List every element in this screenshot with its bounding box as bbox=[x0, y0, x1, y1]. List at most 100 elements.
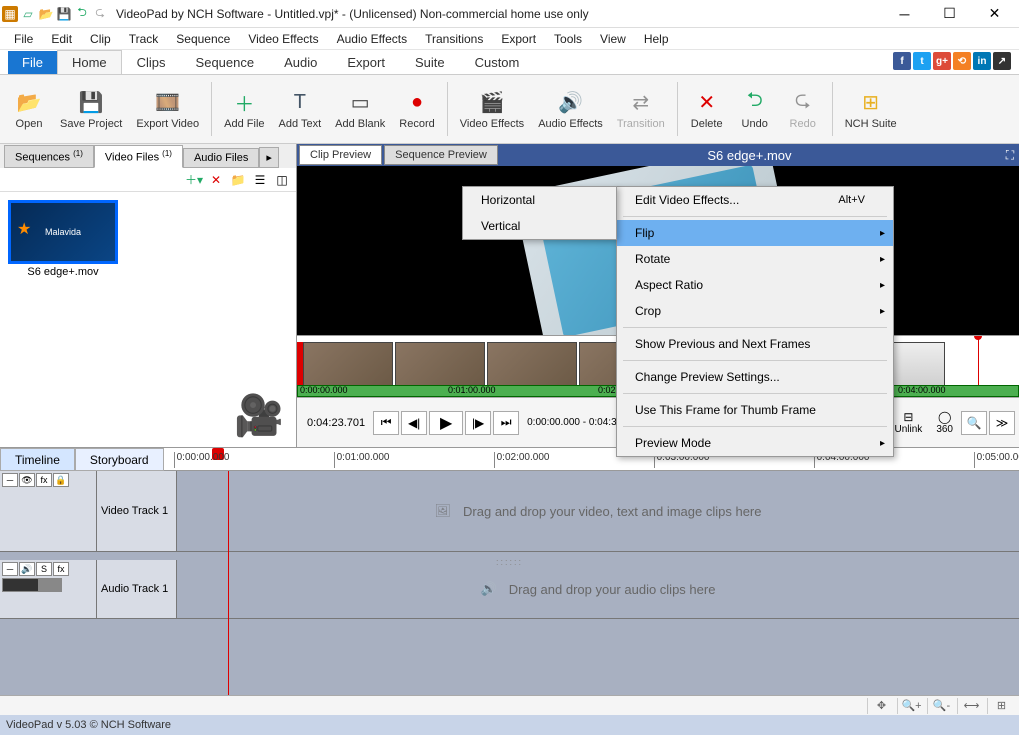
record-button[interactable]: ●Record bbox=[393, 86, 440, 132]
audio-track-label[interactable]: Audio Track 1 bbox=[97, 560, 177, 618]
track-lock-icon[interactable]: 🔒 bbox=[53, 473, 69, 487]
menu-tools[interactable]: Tools bbox=[546, 30, 590, 48]
tl-snap-icon[interactable]: ⊞ bbox=[987, 698, 1015, 714]
googleplus-icon[interactable]: g+ bbox=[933, 52, 951, 70]
ribbon-tab-suite[interactable]: Suite bbox=[400, 50, 460, 74]
bin-tab-video-files[interactable]: Video Files (1) bbox=[94, 145, 183, 168]
menu-export[interactable]: Export bbox=[493, 30, 544, 48]
ribbon-file-tab[interactable]: File bbox=[8, 51, 57, 74]
menu-sequence[interactable]: Sequence bbox=[168, 30, 238, 48]
filmstrip-frame[interactable] bbox=[487, 342, 577, 392]
save-project-button[interactable]: 💾Save Project bbox=[54, 86, 128, 132]
open-button[interactable]: 📂Open bbox=[6, 86, 52, 132]
more-button[interactable]: ≫ bbox=[989, 411, 1015, 435]
add-file-button[interactable]: ＋Add File bbox=[218, 86, 270, 132]
bin-folder-icon[interactable]: 📁 bbox=[228, 171, 248, 189]
clip-thumbnail[interactable]: Malavida S6 edge+.mov bbox=[8, 200, 118, 280]
menu-view[interactable]: View bbox=[592, 30, 634, 48]
step-back-button[interactable]: ◀| bbox=[401, 411, 427, 435]
bin-list-icon[interactable]: ☰ bbox=[250, 171, 270, 189]
ctx-preview-mode[interactable]: Preview Mode▸ bbox=[617, 430, 893, 456]
forward-end-button[interactable]: ⏭ bbox=[493, 411, 519, 435]
menu-help[interactable]: Help bbox=[636, 30, 677, 48]
ctx-flip-horizontal[interactable]: Horizontal bbox=[463, 187, 616, 213]
ctx-change-preview[interactable]: Change Preview Settings... bbox=[617, 364, 893, 390]
twitter-icon[interactable]: t bbox=[913, 52, 931, 70]
track-mute-icon[interactable]: 🔊 bbox=[19, 562, 35, 576]
share-icon[interactable]: ↗ bbox=[993, 52, 1011, 70]
menu-clip[interactable]: Clip bbox=[82, 30, 119, 48]
audio-effects-button[interactable]: 🔊Audio Effects bbox=[532, 86, 609, 132]
qat-open-icon[interactable]: 📂 bbox=[38, 6, 54, 22]
expand-icon[interactable]: ⛶ bbox=[1001, 148, 1019, 163]
delete-button[interactable]: ✕Delete bbox=[684, 86, 730, 132]
qat-new-icon[interactable]: ▱ bbox=[20, 6, 36, 22]
ctx-aspect-ratio[interactable]: Aspect Ratio▸ bbox=[617, 272, 893, 298]
tab-sequence-preview[interactable]: Sequence Preview bbox=[384, 145, 498, 165]
bin-tab-sequences[interactable]: Sequences (1) bbox=[4, 145, 94, 168]
rewind-start-button[interactable]: ⏮ bbox=[373, 411, 399, 435]
undo-button[interactable]: ⮌Undo bbox=[732, 86, 778, 132]
tl-zoomin-icon[interactable]: 🔍+ bbox=[897, 698, 925, 714]
ctx-flip-vertical[interactable]: Vertical bbox=[463, 213, 616, 239]
close-button[interactable]: ✕ bbox=[972, 0, 1017, 28]
tab-timeline[interactable]: Timeline bbox=[0, 448, 75, 471]
ribbon-tab-sequence[interactable]: Sequence bbox=[181, 50, 270, 74]
bin-add-icon[interactable]: ＋▾ bbox=[184, 171, 204, 189]
ctx-show-frames[interactable]: Show Previous and Next Frames bbox=[617, 331, 893, 357]
ctx-rotate[interactable]: Rotate▸ bbox=[617, 246, 893, 272]
volume-slider[interactable] bbox=[2, 578, 62, 592]
transition-button[interactable]: ⇄Transition bbox=[611, 86, 671, 132]
bin-tab-more[interactable]: ▸ bbox=[259, 147, 279, 168]
stumble-icon[interactable]: ⟲ bbox=[953, 52, 971, 70]
qat-undo-icon[interactable]: ⮌ bbox=[74, 6, 90, 22]
tl-zoomout-icon[interactable]: 🔍- bbox=[927, 698, 955, 714]
video-effects-button[interactable]: 🎬Video Effects bbox=[454, 86, 530, 132]
bin-grid-icon[interactable]: ◫ bbox=[272, 171, 292, 189]
add-blank-button[interactable]: ▭Add Blank bbox=[329, 86, 391, 132]
unlink-button[interactable]: ⊟Unlink bbox=[889, 410, 929, 435]
track-solo-icon[interactable]: S bbox=[36, 562, 52, 576]
track-fx-icon[interactable]: fx bbox=[53, 562, 69, 576]
minimize-button[interactable]: ─ bbox=[882, 0, 927, 28]
add-text-button[interactable]: TAdd Text bbox=[273, 86, 328, 132]
maximize-button[interactable]: ☐ bbox=[927, 0, 972, 28]
filmstrip-cursor[interactable] bbox=[978, 336, 979, 385]
ribbon-tab-audio[interactable]: Audio bbox=[269, 50, 332, 74]
menu-file[interactable]: File bbox=[6, 30, 41, 48]
step-forward-button[interactable]: |▶ bbox=[465, 411, 491, 435]
ribbon-tab-clips[interactable]: Clips bbox=[122, 50, 181, 74]
tab-clip-preview[interactable]: Clip Preview bbox=[299, 145, 382, 165]
ribbon-tab-export[interactable]: Export bbox=[332, 50, 400, 74]
bin-tab-audio-files[interactable]: Audio Files bbox=[183, 148, 259, 168]
tl-fit-icon[interactable]: ⟷ bbox=[957, 698, 985, 714]
menu-track[interactable]: Track bbox=[121, 30, 167, 48]
qat-redo-icon[interactable]: ⮎ bbox=[92, 6, 108, 22]
video-track-body[interactable]: 🖼 Drag and drop your video, text and ima… bbox=[177, 471, 1019, 551]
menu-video-effects[interactable]: Video Effects bbox=[240, 30, 326, 48]
ctx-use-thumb[interactable]: Use This Frame for Thumb Frame bbox=[617, 397, 893, 423]
menu-transitions[interactable]: Transitions bbox=[417, 30, 491, 48]
bin-content[interactable]: Malavida S6 edge+.mov 🎥 bbox=[0, 192, 296, 447]
menu-edit[interactable]: Edit bbox=[43, 30, 80, 48]
ribbon-tab-home[interactable]: Home bbox=[57, 50, 122, 74]
track-fx-icon[interactable]: fx bbox=[36, 473, 52, 487]
audio-track-body[interactable]: 🔊 Drag and drop your audio clips here bbox=[177, 560, 1019, 618]
nch-suite-button[interactable]: ⊞NCH Suite bbox=[839, 86, 903, 132]
export-video-button[interactable]: 🎞️Export Video bbox=[130, 86, 205, 132]
zoom-button[interactable]: 🔍 bbox=[961, 411, 987, 435]
qat-save-icon[interactable]: 💾 bbox=[56, 6, 72, 22]
ctx-crop[interactable]: Crop▸ bbox=[617, 298, 893, 324]
ctx-edit-effects[interactable]: Edit Video Effects...Alt+V bbox=[617, 187, 893, 213]
track-collapse-icon[interactable]: － bbox=[2, 562, 18, 576]
ribbon-tab-custom[interactable]: Custom bbox=[460, 50, 535, 74]
linkedin-icon[interactable]: in bbox=[973, 52, 991, 70]
tab-storyboard[interactable]: Storyboard bbox=[75, 448, 164, 471]
redo-button[interactable]: ⮎Redo bbox=[780, 86, 826, 132]
tl-move-icon[interactable]: ✥ bbox=[867, 698, 895, 714]
track-collapse-icon[interactable]: － bbox=[2, 473, 18, 487]
menu-audio-effects[interactable]: Audio Effects bbox=[329, 30, 416, 48]
track-visibility-icon[interactable]: 👁 bbox=[19, 473, 35, 487]
filmstrip-frame[interactable] bbox=[303, 342, 393, 392]
facebook-icon[interactable]: f bbox=[893, 52, 911, 70]
